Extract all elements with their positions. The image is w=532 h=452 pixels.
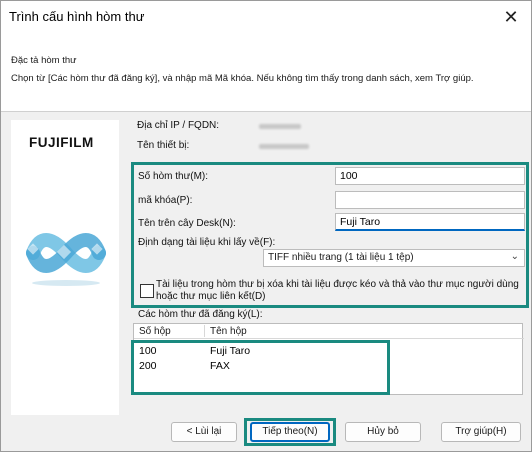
device-name-value-redacted — [259, 144, 309, 149]
registered-mailboxes-label: Các hòm thư đã đăng ký(L): — [138, 309, 263, 320]
document-format-label: Định dạng tài liệu khi lấy về(F): — [138, 237, 276, 248]
dialog-window: Trình cấu hình hòm thư ✕ Đặc tả hòm thư … — [0, 0, 532, 452]
mailbox-number-label: Số hòm thư(M): — [138, 171, 209, 182]
row-2-name[interactable]: FAX — [210, 360, 230, 372]
mailbox-number-input[interactable]: 100 — [335, 167, 525, 185]
brand-logo: FUJIFILM — [29, 135, 94, 150]
delete-after-drag-checkbox[interactable] — [140, 284, 154, 298]
mailbox-illustration-icon — [26, 233, 106, 286]
passcode-label: mã khóa(P): — [138, 195, 193, 206]
title-bar: Trình cấu hình hòm thư ✕ — [1, 1, 531, 33]
cancel-button[interactable]: Hủy bỏ — [345, 422, 421, 442]
document-format-selected: TIFF nhiều trang (1 tài liệu 1 tệp) — [268, 252, 414, 263]
device-name-label: Tên thiết bị: — [137, 140, 190, 151]
row-1-name[interactable]: Fuji Taro — [210, 345, 250, 357]
section-description: Chọn từ [Các hòm thư đã đăng ký], và nhậ… — [11, 73, 474, 84]
ip-fqdn-label: Địa chỉ IP / FQDN: — [137, 120, 220, 131]
column-header-number[interactable]: Số hộp — [139, 326, 171, 337]
row-2-number[interactable]: 200 — [139, 360, 157, 372]
column-header-name[interactable]: Tên hộp — [210, 326, 247, 337]
document-format-select[interactable]: TIFF nhiều trang (1 tài liệu 1 tệp) ⌄ — [263, 249, 525, 267]
close-icon[interactable]: ✕ — [499, 5, 523, 29]
logo-panel: FUJIFILM — [11, 120, 119, 415]
registered-rows-highlight — [131, 340, 390, 395]
section-title: Đặc tả hòm thư — [11, 55, 77, 66]
chevron-down-icon: ⌄ — [510, 251, 519, 262]
passcode-input[interactable] — [335, 191, 525, 209]
help-button[interactable]: Trợ giúp(H) — [441, 422, 521, 442]
delete-after-drag-label: Tài liệu trong hòm thư bị xóa khi tài li… — [156, 279, 519, 302]
column-separator[interactable] — [204, 325, 205, 337]
back-button[interactable]: < Lùi lại — [171, 422, 237, 442]
desk-name-label: Tên trên cây Desk(N): — [138, 218, 236, 229]
row-1-number[interactable]: 100 — [139, 345, 157, 357]
desk-name-input[interactable]: Fuji Taro — [335, 213, 525, 231]
window-title: Trình cấu hình hòm thư — [9, 9, 145, 24]
ip-fqdn-value-redacted — [259, 124, 301, 129]
next-button[interactable]: Tiếp theo(N) — [250, 422, 330, 442]
description-header: Đặc tả hòm thư Chọn từ [Các hòm thư đã đ… — [1, 33, 531, 112]
header-divider — [134, 338, 524, 339]
